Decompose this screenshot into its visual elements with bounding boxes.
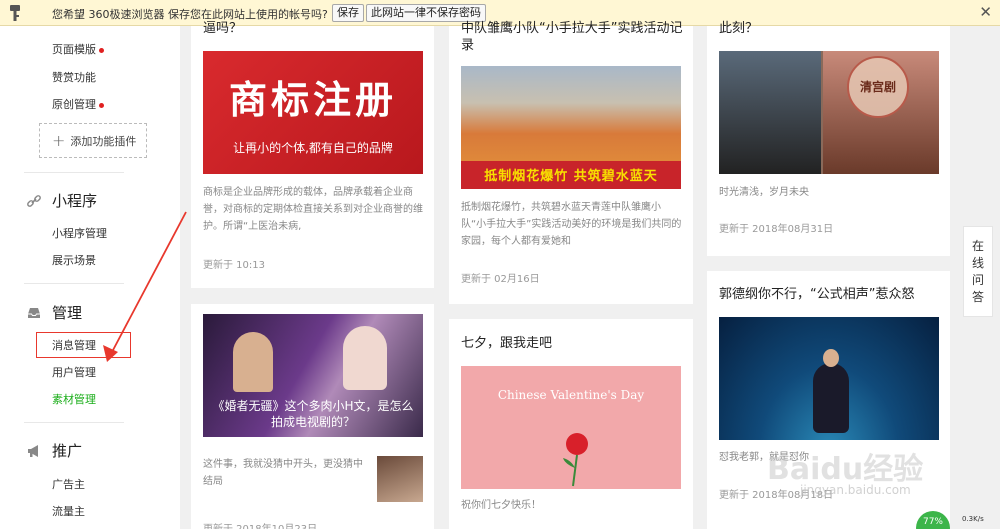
performer-figure bbox=[813, 363, 849, 433]
card-title: 此刻？ bbox=[719, 21, 759, 36]
card-title: 郭德纲你不行，“公式相声”惹众怒 bbox=[719, 287, 915, 302]
network-speed-widget[interactable]: 77% 0.3K/s bbox=[916, 511, 1000, 529]
image-left bbox=[719, 51, 821, 174]
sidebar-item-user-manage[interactable]: 用户管理 bbox=[52, 364, 96, 380]
card-image: 清宫剧 bbox=[719, 51, 939, 174]
speed-rate: 0.3K/s bbox=[962, 515, 984, 523]
card-image: 抵制烟花爆竹 共筑碧水蓝天 bbox=[461, 66, 681, 189]
card-title: 中队雏鹰小队“小手拉大手”实践活动记录 bbox=[461, 21, 683, 53]
card-time: 更新于 2018年08月31日 bbox=[719, 224, 834, 235]
add-plugin-button[interactable]: + 添加功能插件 bbox=[39, 123, 147, 158]
image-subline: 让再小的个体,都有自己的品牌 bbox=[233, 141, 393, 155]
online-help-tab[interactable]: 在 线 问 答 bbox=[963, 226, 993, 317]
card-desc: 时光清浅，岁月未央 bbox=[719, 187, 809, 198]
card-image: Chinese Valentine's Day bbox=[461, 366, 681, 489]
baidu-watermark-url: jingyan.baidu.com bbox=[800, 483, 911, 497]
sidebar-item-traffic-owner[interactable]: 流量主 bbox=[52, 503, 85, 519]
sidebar-item-original[interactable]: 原创管理 bbox=[52, 96, 104, 112]
card-time: 更新于 02月16日 bbox=[461, 274, 540, 285]
annotation-highlight-box bbox=[36, 332, 131, 358]
plus-icon: + bbox=[52, 131, 66, 150]
card-title: 七夕，跟我走吧 bbox=[461, 336, 553, 351]
image-caption: 《婚者无疆》这个多肉小H文，是怎么拍成电视剧的？ bbox=[212, 399, 414, 429]
sidebar-section-manage[interactable]: 管理 bbox=[26, 302, 82, 323]
card-image: 商标注册 让再小的个体,都有自己的品牌 bbox=[203, 51, 423, 174]
sidebar-section-miniprogram[interactable]: 小程序 bbox=[26, 190, 97, 211]
card-time: 更新于 2018年10月23日 bbox=[203, 520, 317, 529]
divider bbox=[24, 283, 124, 284]
divider bbox=[24, 422, 124, 423]
key-icon bbox=[10, 5, 20, 21]
sidebar-item-display-scene[interactable]: 展示场景 bbox=[52, 252, 96, 268]
image-headline: Chinese Valentine's Day bbox=[497, 388, 645, 402]
card-desc: 这件事，我就没猜中开头，更没猜中结局 bbox=[203, 459, 363, 487]
performer-head bbox=[823, 349, 839, 367]
sidebar-item-advertiser[interactable]: 广告主 bbox=[52, 476, 85, 492]
inbox-icon bbox=[28, 307, 40, 318]
article-card[interactable]: 《婚者无疆》这个多肉小H文，是怎么拍成电视剧的？ 这件事，我就没猜中开头，更没猜… bbox=[191, 304, 434, 529]
close-icon[interactable]: ✕ bbox=[979, 4, 992, 20]
megaphone-icon bbox=[28, 444, 38, 457]
card-time: 更新于 10:13 bbox=[203, 260, 265, 271]
password-message: 您希望 360极速浏览器 保存您在此网站上使用的帐号吗? bbox=[52, 8, 328, 21]
thumbnail-image bbox=[377, 456, 423, 502]
image-headline: 商标注册 bbox=[228, 78, 397, 122]
card-desc: 祝你们七夕快乐！ bbox=[461, 500, 541, 511]
card-desc: 商标是企业品牌形成的载体，品牌承载着企业商誉，对商标的定期体检直接关系到对企业商… bbox=[203, 187, 423, 232]
divider bbox=[24, 172, 124, 173]
article-card[interactable]: 此刻？ 清宫剧 时光清浅，岁月未央 更新于 2018年08月31日 bbox=[707, 21, 950, 256]
sidebar-item-miniprogram-manage[interactable]: 小程序管理 bbox=[52, 225, 107, 241]
banner-text: 抵制烟花爆竹 共筑碧水蓝天 bbox=[484, 169, 658, 184]
rose-icon bbox=[563, 433, 588, 487]
article-card[interactable]: 七夕，跟我走吧 Chinese Valentine's Day 祝你们七夕快乐！ bbox=[449, 319, 693, 529]
person-figure bbox=[233, 332, 273, 392]
save-password-button[interactable]: 保存 bbox=[332, 4, 364, 22]
sidebar-item-reward[interactable]: 赞赏功能 bbox=[52, 69, 96, 85]
card-desc: 抵制烟花爆竹，共筑碧水蓝天青莲中队雏鹰小队“小手拉大手”实践活动美好的环境是我们… bbox=[461, 202, 682, 247]
sidebar-item-material-manage[interactable]: 素材管理 bbox=[52, 391, 96, 407]
card-image bbox=[719, 317, 939, 440]
speed-percent: 77% bbox=[916, 511, 950, 529]
card-image: 《婚者无疆》这个多肉小H文，是怎么拍成电视剧的？ bbox=[203, 314, 423, 437]
card-title: 逼吗？ bbox=[203, 21, 243, 36]
person-figure bbox=[343, 326, 387, 390]
sidebar: 页面模版 赞赏功能 原创管理 + 添加功能插件 小程序 小程序管理 展示场景 管理… bbox=[0, 26, 180, 529]
article-card[interactable]: 中队雏鹰小队“小手拉大手”实践活动记录 抵制烟花爆竹 共筑碧水蓝天 抵制烟花爆竹… bbox=[449, 21, 693, 304]
link-icon bbox=[27, 194, 41, 207]
seal-text: 清宫剧 bbox=[859, 80, 896, 94]
new-dot bbox=[99, 47, 104, 53]
baidu-watermark: Baidu经验 bbox=[767, 452, 924, 487]
new-dot bbox=[99, 102, 104, 108]
sidebar-section-promote[interactable]: 推广 bbox=[26, 440, 82, 461]
article-card[interactable]: 逼吗？ 商标注册 让再小的个体,都有自己的品牌 商标是企业品牌形成的载体，品牌承… bbox=[191, 21, 434, 288]
sidebar-item-page-template[interactable]: 页面模版 bbox=[52, 41, 104, 57]
